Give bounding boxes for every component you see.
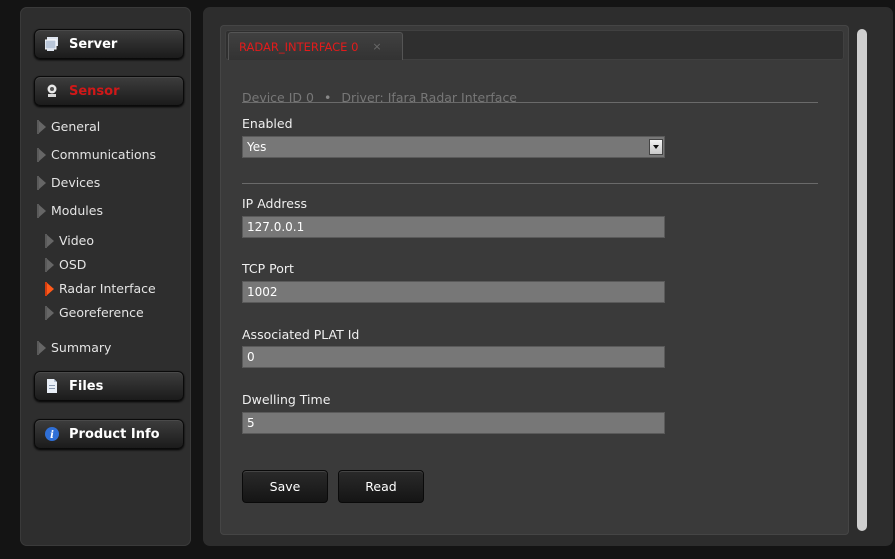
sensor-label: Sensor <box>69 83 120 99</box>
tab-bar: RADAR_INTERFACE 0 × <box>225 30 844 60</box>
svg-text:i: i <box>50 430 54 441</box>
sidebar-item-label: Communications <box>51 147 157 162</box>
info-icon: i <box>45 427 59 441</box>
sidebar-item-label: Georeference <box>59 305 144 320</box>
config-panel: RADAR_INTERFACE 0 × Device ID 0 • Driver… <box>220 25 849 535</box>
sidebar-item-summary[interactable]: Summary <box>37 340 112 355</box>
chevron-right-icon <box>37 119 46 134</box>
read-button[interactable]: Read <box>338 470 424 503</box>
product-info-label: Product Info <box>69 426 160 442</box>
chevron-right-icon <box>37 340 46 355</box>
dwelling-time-field[interactable]: 5 <box>242 412 665 434</box>
sidebar-item-label: Radar Interface <box>59 281 156 296</box>
sidebar-item-general[interactable]: General <box>37 119 101 134</box>
sidebar: Server Sensor General Communications Dev… <box>20 7 191 546</box>
save-button[interactable]: Save <box>242 470 328 503</box>
sidebar-item-osd[interactable]: OSD <box>45 257 87 272</box>
files-label: Files <box>69 378 104 394</box>
tcp-port-field[interactable]: 1002 <box>242 281 665 303</box>
plat-id-field[interactable]: 0 <box>242 346 665 368</box>
dwelling-time-label: Dwelling Time <box>242 392 331 407</box>
divider <box>242 183 818 184</box>
sidebar-item-radar-interface[interactable]: Radar Interface <box>45 281 156 296</box>
chevron-right-icon <box>37 147 46 162</box>
main-area: RADAR_INTERFACE 0 × Device ID 0 • Driver… <box>203 7 893 546</box>
chevron-right-icon <box>37 175 46 190</box>
tab-radar-interface-0[interactable]: RADAR_INTERFACE 0 × <box>228 32 403 60</box>
ip-address-field[interactable]: 127.0.0.1 <box>242 216 665 238</box>
sidebar-item-label: Summary <box>51 340 112 355</box>
ip-address-value: 127.0.0.1 <box>247 220 305 234</box>
tab-label: RADAR_INTERFACE 0 <box>239 39 359 54</box>
scrollbar[interactable] <box>857 29 867 531</box>
server-button[interactable]: Server <box>34 29 184 59</box>
sidebar-item-label: Video <box>59 233 95 248</box>
product-info-button[interactable]: i Product Info <box>34 419 184 449</box>
plat-id-value: 0 <box>247 350 255 364</box>
chevron-right-active-icon <box>45 281 54 296</box>
plat-id-label: Associated PLAT Id <box>242 327 360 342</box>
server-label: Server <box>69 36 118 52</box>
chevron-right-icon <box>45 305 54 320</box>
files-button[interactable]: Files <box>34 371 184 401</box>
enabled-select[interactable]: Yes <box>242 136 665 158</box>
sidebar-item-devices[interactable]: Devices <box>37 175 101 190</box>
enabled-value: Yes <box>247 140 267 154</box>
chevron-right-icon <box>45 233 54 248</box>
sidebar-item-video[interactable]: Video <box>45 233 95 248</box>
sidebar-item-label: Devices <box>51 175 101 190</box>
sidebar-item-label: Modules <box>51 203 103 218</box>
dwelling-time-value: 5 <box>247 416 255 430</box>
tcp-port-label: TCP Port <box>242 261 294 276</box>
tcp-port-value: 1002 <box>247 285 278 299</box>
close-icon[interactable]: × <box>372 40 381 53</box>
ip-address-label: IP Address <box>242 196 307 211</box>
enabled-label: Enabled <box>242 116 293 131</box>
chevron-down-icon[interactable] <box>649 139 663 155</box>
sidebar-item-communications[interactable]: Communications <box>37 147 157 162</box>
chevron-right-icon <box>45 257 54 272</box>
chevron-right-icon <box>37 203 46 218</box>
sidebar-item-label: OSD <box>59 257 87 272</box>
sidebar-item-georeference[interactable]: Georeference <box>45 305 144 320</box>
divider <box>242 102 818 103</box>
file-icon <box>45 379 59 393</box>
server-icon <box>44 37 59 51</box>
sidebar-item-label: General <box>51 119 101 134</box>
sidebar-item-modules[interactable]: Modules <box>37 203 103 218</box>
sensor-icon <box>45 84 59 98</box>
sensor-button[interactable]: Sensor <box>34 76 184 106</box>
